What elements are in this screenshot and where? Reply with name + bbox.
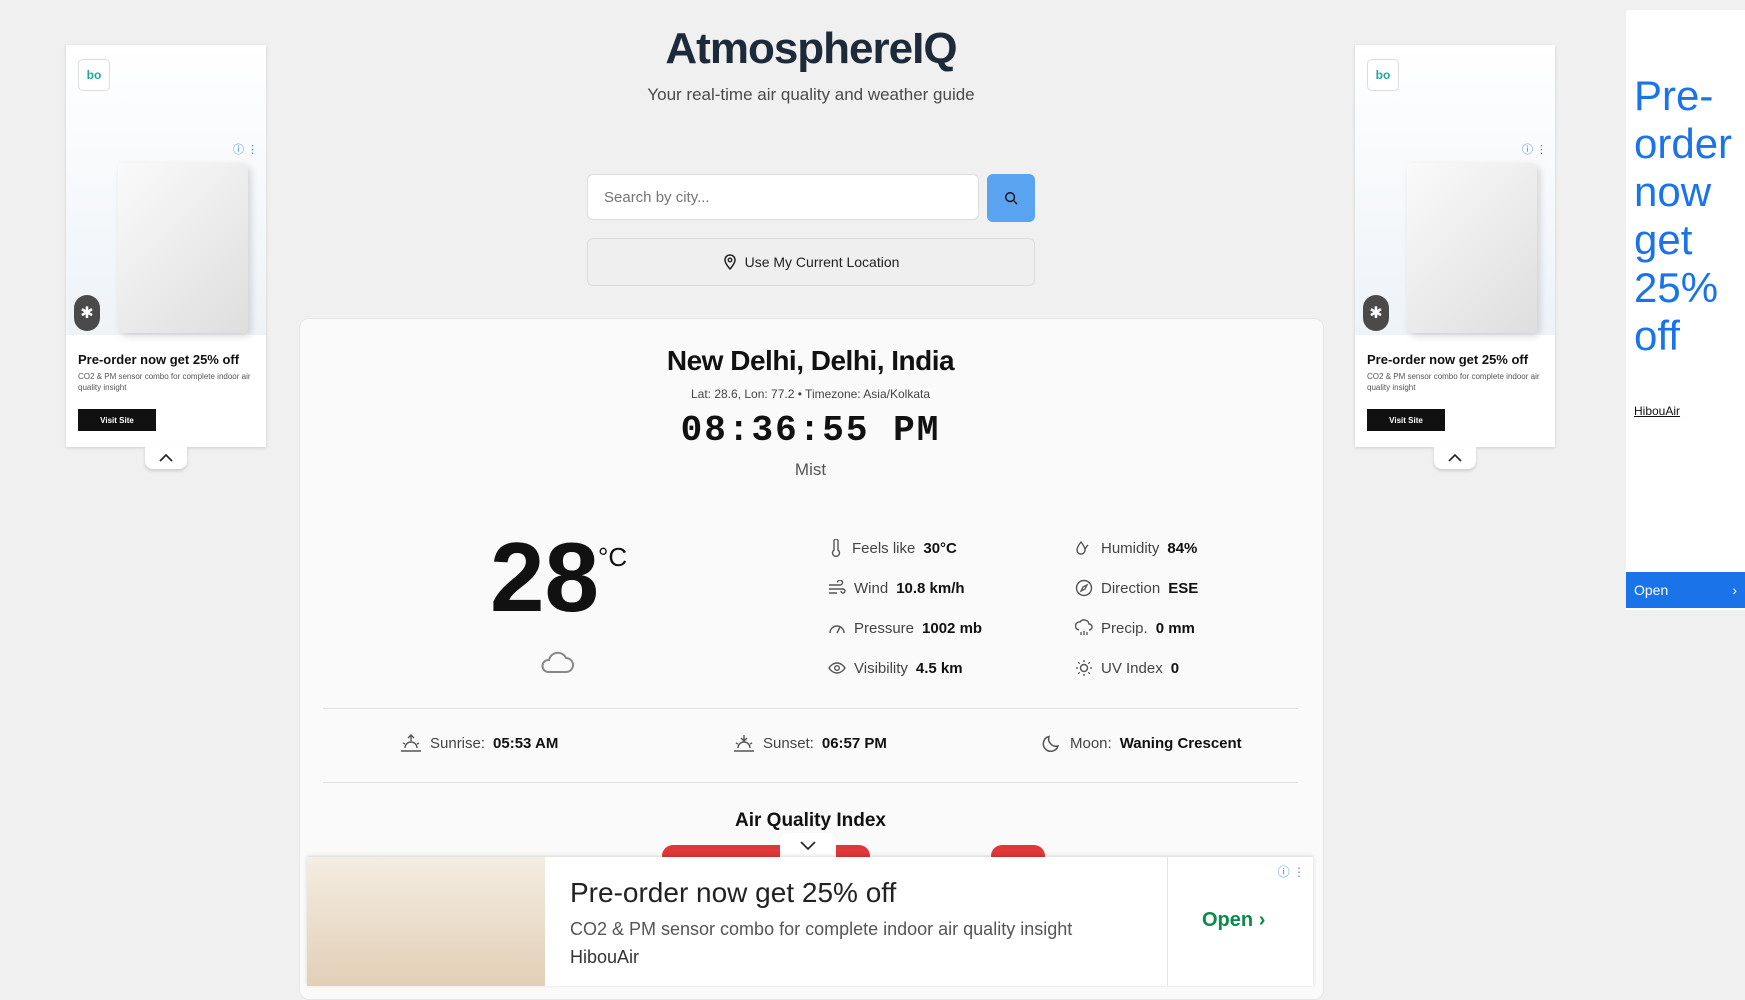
- chevron-right-icon: ›: [1732, 582, 1737, 598]
- use-location-label: Use My Current Location: [744, 254, 900, 270]
- ad-info-icon[interactable]: ⓘ ⋮: [1522, 141, 1547, 157]
- ad-brand: HibouAir: [570, 947, 640, 967]
- ad-description: CO2 & PM sensor combo for complete indoo…: [1367, 372, 1540, 392]
- local-time: 08:36:55 PM: [680, 410, 941, 451]
- sensor-device-image: [1407, 163, 1537, 333]
- sunrise-info: Sunrise: 05:53 AM: [400, 733, 558, 753]
- sunset-info: Sunset: 06:57 PM: [733, 733, 887, 753]
- ad-open-label: Open: [1634, 582, 1669, 598]
- moon-info: Moon: Waning Crescent: [1042, 733, 1242, 753]
- sunset-label: Sunset:: [763, 734, 814, 752]
- sunset-icon: [734, 735, 754, 752]
- visit-site-button[interactable]: Visit Site: [1367, 409, 1445, 431]
- sensor-device-image: [118, 163, 248, 333]
- cloud-rain-icon: [1075, 619, 1093, 635]
- brand-logo: bo: [78, 59, 110, 91]
- stat-value: 1002 mb: [922, 619, 983, 637]
- weather-condition: Mist: [794, 460, 827, 479]
- stat-feels-like: Feels like 30°C: [828, 537, 957, 559]
- search-box[interactable]: [587, 174, 979, 220]
- ad-headline: Pre-order now get 25% off: [78, 352, 240, 367]
- stat-precip: Precip. 0 mm: [1075, 617, 1195, 639]
- section-divider: [323, 708, 1298, 709]
- map-pin-icon: [723, 254, 736, 270]
- chevron-right-icon: ›: [1258, 909, 1266, 931]
- sunset-value: 06:57 PM: [821, 734, 887, 752]
- stat-value: 4.5 km: [915, 659, 963, 677]
- ad-description: CO2 & PM sensor combo for complete indoo…: [78, 372, 251, 392]
- stat-wind: Wind 10.8 km/h: [828, 577, 965, 599]
- stat-label: Humidity: [1101, 539, 1160, 557]
- stat-label: Feels like: [852, 539, 916, 557]
- ad-open-button[interactable]: Open ›: [1202, 909, 1265, 932]
- brand-logo: bo: [1367, 59, 1399, 91]
- stat-value: 10.8 km/h: [896, 579, 965, 597]
- side-ad-right[interactable]: bo ✱ ⓘ ⋮ Pre-order now get 25% off CO2 &…: [1355, 45, 1555, 447]
- temperature-value: 28: [490, 522, 600, 632]
- stat-value: 0: [1170, 659, 1180, 677]
- stat-value: 0 mm: [1155, 619, 1195, 637]
- stat-label: Precip.: [1101, 619, 1148, 637]
- ad-info-icon[interactable]: ⓘ ⋮: [1278, 863, 1305, 880]
- ad-description: CO2 & PM sensor combo for complete indoo…: [570, 919, 1073, 939]
- ad-brand[interactable]: HibouAir: [1634, 404, 1680, 418]
- bottom-ad-collapse-button[interactable]: [780, 833, 836, 857]
- stat-label: Wind: [854, 579, 889, 597]
- section-divider: [323, 782, 1298, 783]
- bluetooth-icon: ✱: [74, 295, 100, 331]
- stat-value: ESE: [1168, 579, 1199, 597]
- eye-icon: [828, 662, 846, 674]
- stat-label: Direction: [1101, 579, 1161, 597]
- moon-icon: [1042, 735, 1060, 752]
- sunrise-value: 05:53 AM: [493, 734, 559, 752]
- stat-pressure: Pressure 1002 mb: [828, 617, 982, 639]
- ad-collapse-button[interactable]: [145, 447, 187, 469]
- stat-label: UV Index: [1101, 659, 1163, 677]
- stat-value: 84%: [1167, 539, 1198, 557]
- ad-info-icon[interactable]: ⓘ ⋮: [233, 141, 258, 157]
- chevron-down-icon: [800, 840, 816, 850]
- ad-open-button[interactable]: Open ›: [1626, 572, 1745, 608]
- wind-icon: [829, 580, 846, 594]
- ad-headline: Pre-order now get 25% off: [1634, 72, 1733, 359]
- sunrise-label: Sunrise:: [430, 734, 486, 752]
- search-input[interactable]: [588, 175, 978, 219]
- moon-value: Waning Crescent: [1119, 734, 1242, 752]
- stat-value: 30°C: [923, 539, 957, 557]
- stat-direction: Direction ESE: [1075, 577, 1198, 599]
- cloud-icon: [538, 648, 576, 676]
- sun-icon: [1076, 660, 1092, 676]
- skyscraper-ad[interactable]: Pre-order now get 25% off HibouAir Open …: [1626, 10, 1745, 610]
- ad-headline: Pre-order now get 25% off: [570, 877, 897, 908]
- aqi-title: Air Quality Index: [735, 810, 886, 831]
- location-name: New Delhi, Delhi, India: [666, 345, 955, 376]
- ad-image: [307, 857, 545, 986]
- gauge-icon: [829, 625, 845, 634]
- bluetooth-icon: ✱: [1363, 295, 1389, 331]
- bottom-banner-ad[interactable]: Pre-order now get 25% off CO2 & PM senso…: [307, 857, 1313, 986]
- visit-site-button[interactable]: Visit Site: [78, 409, 156, 431]
- search-button[interactable]: [987, 174, 1035, 222]
- sunrise-icon: [401, 734, 421, 752]
- ad-collapse-button[interactable]: [1434, 447, 1476, 469]
- search-icon: [1005, 192, 1018, 205]
- stat-visibility: Visibility 4.5 km: [828, 657, 963, 679]
- droplets-icon: [1076, 540, 1089, 555]
- stat-label: Visibility: [854, 659, 908, 677]
- ad-headline: Pre-order now get 25% off: [1367, 352, 1529, 367]
- stat-label: Pressure: [854, 619, 915, 637]
- location-meta: Lat: 28.6, Lon: 77.2 • Timezone: Asia/Ko…: [690, 387, 931, 401]
- ad-open-label: Open: [1202, 909, 1254, 931]
- chevron-up-icon: [159, 454, 173, 462]
- thermometer-icon: [831, 539, 841, 557]
- ad-divider: [1167, 857, 1168, 986]
- temperature-unit: °C: [598, 542, 628, 572]
- stat-humidity: Humidity 84%: [1075, 537, 1197, 559]
- chevron-up-icon: [1448, 454, 1462, 462]
- moon-label: Moon:: [1070, 734, 1112, 752]
- stat-uv-index: UV Index 0: [1075, 657, 1179, 679]
- side-ad-left[interactable]: bo ✱ ⓘ ⋮ Pre-order now get 25% off CO2 &…: [66, 45, 266, 447]
- compass-icon: [1075, 579, 1093, 597]
- use-location-button[interactable]: Use My Current Location: [587, 238, 1035, 286]
